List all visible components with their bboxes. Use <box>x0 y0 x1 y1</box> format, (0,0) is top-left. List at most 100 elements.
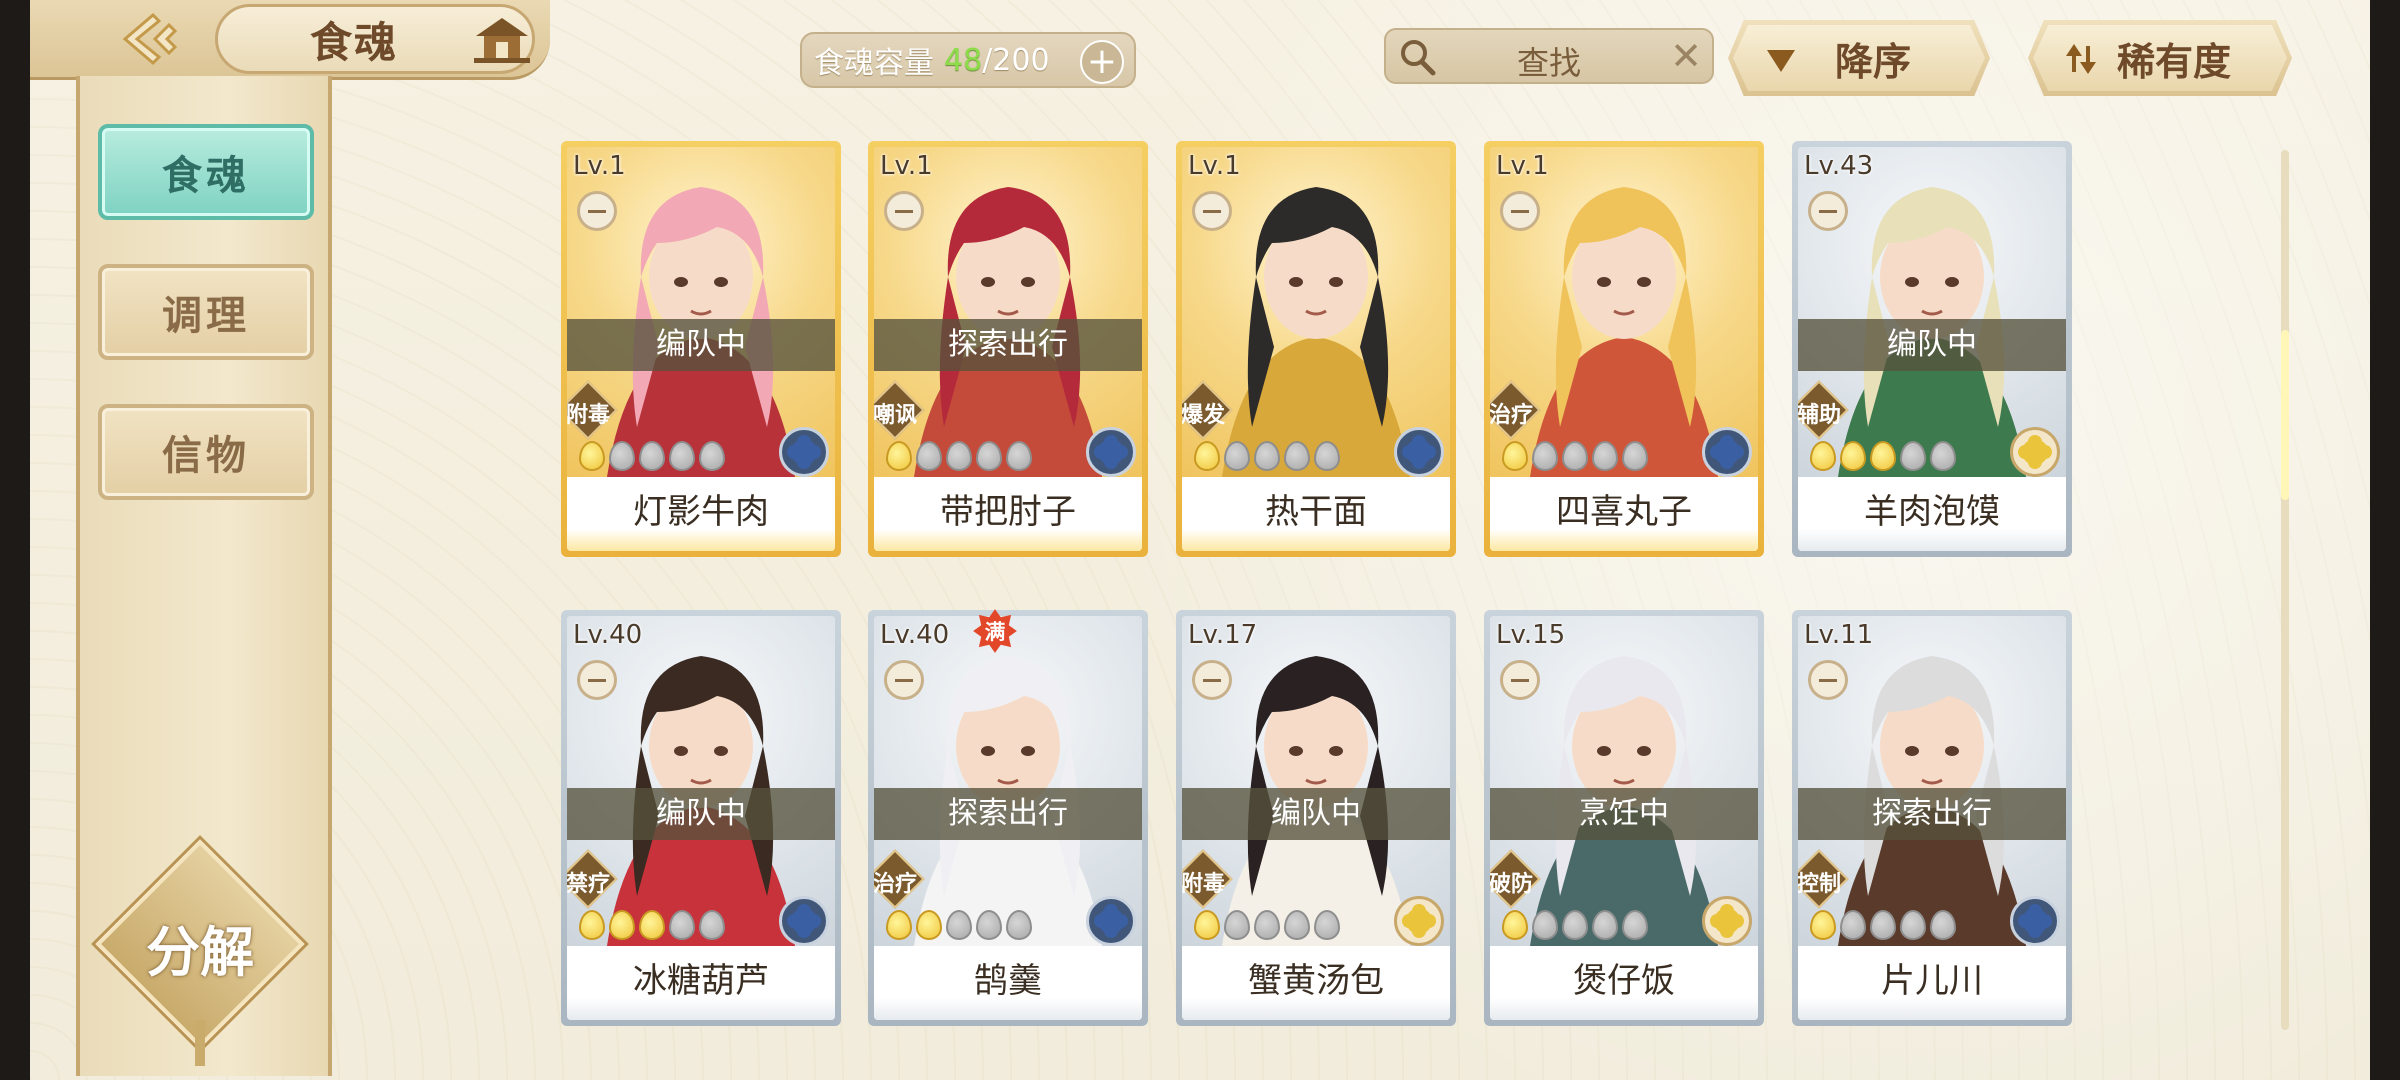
star-icon <box>1870 441 1896 471</box>
star-icon <box>1810 441 1836 471</box>
role-label: 附毒 <box>1182 872 1225 897</box>
character-name: 鹄羹 <box>874 946 1142 1020</box>
star-icon <box>886 910 912 940</box>
star-icon <box>976 910 1002 940</box>
food-soul-card[interactable]: Lv.15 烹饪中 破防 煲仔饭 <box>1484 610 1764 1026</box>
food-soul-card[interactable]: Lv.1 爆发 热干面 <box>1176 141 1456 557</box>
status-banner: 编队中 <box>567 319 835 371</box>
star-icon <box>1900 441 1926 471</box>
star-rating <box>886 441 1032 473</box>
clear-search-icon[interactable]: ✕ <box>1670 34 1702 78</box>
food-soul-card[interactable]: Lv.40 探索出行 治疗 鹄羹 满 <box>868 609 1148 1026</box>
role-label: 辅助 <box>1798 403 1841 428</box>
food-soul-card[interactable]: Lv.11 探索出行 控制 片儿川 <box>1792 610 2072 1026</box>
star-icon <box>609 910 635 940</box>
food-soul-card[interactable]: Lv.17 编队中 附毒 蟹黄汤包 <box>1176 610 1456 1026</box>
star-icon <box>1006 910 1032 940</box>
decompose-label: 分解 <box>146 921 254 984</box>
star-icon <box>699 441 725 471</box>
sort-order-label: 降序 <box>1834 39 1911 84</box>
attribute-flower-icon <box>2010 896 2060 946</box>
role-badge: 治疗 <box>1490 380 1541 440</box>
page-title: 食魂 <box>310 17 399 67</box>
search-box[interactable]: 查找 ✕ <box>1384 28 1714 84</box>
star-icon <box>669 910 695 940</box>
sort-by-button[interactable]: 稀有度 <box>2028 20 2292 96</box>
star-rating <box>1194 910 1340 942</box>
sidebar-item-tokens[interactable]: 信物 <box>98 404 314 500</box>
scrollbar-track[interactable] <box>2281 150 2289 1030</box>
star-icon <box>1194 441 1220 471</box>
status-banner: 编队中 <box>567 788 835 840</box>
star-rating <box>1810 910 1956 942</box>
sort-order-button[interactable]: 降序 <box>1728 20 1990 96</box>
tassel-decoration <box>195 1020 205 1066</box>
star-icon <box>916 910 942 940</box>
back-arrow-icon <box>122 12 178 66</box>
star-icon <box>609 441 635 471</box>
role-badge: 禁疗 <box>567 849 618 909</box>
attribute-flower-icon <box>779 427 829 477</box>
star-icon <box>1562 441 1588 471</box>
star-rating <box>579 910 725 942</box>
character-name: 热干面 <box>1182 477 1450 551</box>
star-rating <box>886 910 1032 942</box>
star-icon <box>1224 441 1250 471</box>
role-label: 爆发 <box>1182 403 1225 428</box>
coin-icon <box>1500 660 1540 700</box>
food-soul-card[interactable]: Lv.40 编队中 禁疗 冰糖葫芦 <box>561 610 841 1026</box>
star-icon <box>1314 441 1340 471</box>
role-badge: 附毒 <box>1182 849 1233 909</box>
scrollbar-thumb[interactable] <box>2281 330 2289 500</box>
star-rating <box>1502 910 1648 942</box>
star-rating <box>579 441 725 473</box>
expand-capacity-button[interactable]: + <box>1080 40 1124 84</box>
role-badge: 辅助 <box>1798 380 1849 440</box>
star-icon <box>1622 910 1648 940</box>
capacity-label: 食魂容量 <box>814 46 934 81</box>
attribute-flower-icon <box>1394 896 1444 946</box>
star-icon <box>1006 441 1032 471</box>
food-soul-card[interactable]: Lv.1 治疗 四喜丸子 <box>1484 141 1764 557</box>
star-icon <box>1224 910 1250 940</box>
role-label: 破防 <box>1490 872 1533 897</box>
role-label: 控制 <box>1798 872 1841 897</box>
role-label: 禁疗 <box>567 872 610 897</box>
triangle-down-icon <box>1767 50 1795 72</box>
level-label: Lv.40 <box>880 620 950 650</box>
star-icon <box>1870 910 1896 940</box>
level-label: Lv.43 <box>1804 151 1874 181</box>
role-badge: 附毒 <box>567 380 618 440</box>
role-badge: 控制 <box>1798 849 1849 909</box>
food-soul-card[interactable]: Lv.1 探索出行 嘲讽 带把肘子 <box>868 141 1148 557</box>
coin-icon <box>1808 191 1848 231</box>
coin-icon <box>1192 191 1232 231</box>
star-icon <box>1284 910 1310 940</box>
food-soul-card[interactable]: Lv.1 编队中 附毒 灯影牛肉 <box>561 141 841 557</box>
sort-by-label: 稀有度 <box>2116 39 2231 84</box>
attribute-flower-icon <box>2010 427 2060 477</box>
coin-icon <box>1500 191 1540 231</box>
decompose-button[interactable]: 分解 <box>95 839 305 1049</box>
sidebar-item-cultivate[interactable]: 调理 <box>98 264 314 360</box>
food-soul-card[interactable]: Lv.43 编队中 辅助 羊肉泡馍 <box>1792 141 2072 557</box>
star-icon <box>1622 441 1648 471</box>
star-icon <box>1840 910 1866 940</box>
star-icon <box>1194 910 1220 940</box>
capacity-display: 食魂容量 48 /200 + <box>800 32 1136 88</box>
search-placeholder[interactable]: 查找 <box>1386 38 1712 84</box>
character-name: 蟹黄汤包 <box>1182 946 1450 1020</box>
home-icon[interactable] <box>470 12 534 68</box>
character-name: 羊肉泡馍 <box>1798 477 2066 551</box>
attribute-flower-icon <box>1702 896 1752 946</box>
back-button[interactable] <box>100 8 200 70</box>
character-name: 片儿川 <box>1798 946 2066 1020</box>
status-banner: 探索出行 <box>874 788 1142 840</box>
sort-arrows-icon <box>2066 44 2096 74</box>
star-icon <box>1284 441 1310 471</box>
coin-icon <box>1808 660 1848 700</box>
star-icon <box>1532 441 1558 471</box>
role-label: 嘲讽 <box>874 403 917 428</box>
sidebar-item-food-souls[interactable]: 食魂 <box>98 124 314 220</box>
status-banner: 编队中 <box>1798 319 2066 371</box>
